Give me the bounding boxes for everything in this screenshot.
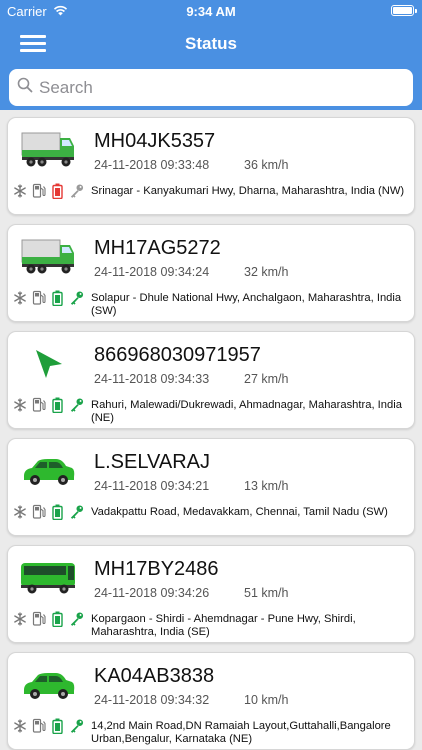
battery-status-icon — [50, 610, 65, 627]
ignition-key-icon — [69, 503, 84, 520]
vehicle-card[interactable]: L.SELVARAJ 24-11-2018 09:34:21 13 km/h V… — [7, 438, 415, 536]
ignition-key-icon — [69, 182, 84, 199]
truck-icon — [16, 235, 80, 279]
vehicle-card[interactable]: KA04AB3838 24-11-2018 09:34:32 10 km/h 1… — [7, 652, 415, 750]
vehicle-speed: 32 km/h — [244, 265, 289, 279]
vehicle-status-icons — [12, 610, 84, 627]
vehicle-address: Kopargaon - Shirdi - Ahemdnagar - Pune H… — [91, 613, 356, 638]
fuel-pump-icon — [31, 503, 46, 520]
fuel-pump-icon — [31, 396, 46, 413]
fuel-pump-icon — [31, 717, 46, 734]
vehicle-speed: 13 km/h — [244, 479, 289, 493]
search-bar[interactable] — [9, 69, 413, 106]
truck-icon — [16, 128, 80, 172]
vehicle-address: Vadakpattu Road, Medavakkam, Chennai, Ta… — [91, 506, 388, 518]
ac-snowflake-icon — [12, 396, 27, 413]
car-icon — [16, 449, 80, 493]
ac-snowflake-icon — [12, 289, 27, 306]
vehicle-status-icons — [12, 182, 84, 199]
vehicle-plate: MH04JK5357 — [94, 130, 216, 152]
ac-snowflake-icon — [12, 717, 27, 734]
vehicle-speed: 36 km/h — [244, 158, 289, 172]
fuel-pump-icon — [31, 610, 46, 627]
vehicle-status-icons — [12, 289, 84, 306]
vehicle-card[interactable]: MH17AG5272 24-11-2018 09:34:24 32 km/h S… — [7, 224, 415, 322]
battery-indicator-icon — [391, 5, 417, 16]
vehicle-datetime: 24-11-2018 09:34:24 — [94, 265, 210, 279]
battery-status-icon — [50, 503, 65, 520]
search-icon — [17, 77, 33, 98]
vehicle-status-icons — [12, 503, 84, 520]
vehicle-address: 14,2nd Main Road,DN Ramaiah Layout,Gutta… — [91, 720, 391, 745]
vehicle-plate: L.SELVARAJ — [94, 451, 210, 473]
battery-status-icon — [50, 182, 65, 199]
vehicle-card[interactable]: MH17BY2486 24-11-2018 09:34:26 51 km/h K… — [7, 545, 415, 643]
fuel-pump-icon — [31, 182, 46, 199]
page-title: Status — [185, 34, 237, 53]
vehicle-address: Srinagar - Kanyakumari Hwy, Dharna, Maha… — [91, 185, 405, 197]
battery-status-icon — [50, 717, 65, 734]
battery-status-icon — [50, 396, 65, 413]
clock: 9:34 AM — [186, 4, 236, 19]
vehicle-card[interactable]: MH04JK5357 24-11-2018 09:33:48 36 km/h S… — [7, 117, 415, 215]
vehicle-address: Solapur - Dhule National Hwy, Anchalgaon… — [91, 292, 402, 317]
vehicle-address: Rahuri, Malewadi/Dukrewadi, Ahmadnagar, … — [91, 399, 402, 424]
ignition-key-icon — [69, 289, 84, 306]
vehicle-plate: KA04AB3838 — [94, 665, 215, 687]
vehicle-datetime: 24-11-2018 09:33:48 — [94, 158, 210, 172]
ac-snowflake-icon — [12, 610, 27, 627]
vehicle-card[interactable]: 866968030971957 24-11-2018 09:34:33 27 k… — [7, 331, 415, 429]
vehicle-speed: 51 km/h — [244, 586, 289, 600]
vehicle-plate: 866968030971957 — [94, 344, 261, 366]
navigation-bar: Status — [0, 22, 422, 66]
bus-icon — [16, 556, 80, 600]
vehicle-plate: MH17BY2486 — [94, 558, 219, 580]
vehicle-datetime: 24-11-2018 09:34:32 — [94, 693, 210, 707]
ac-snowflake-icon — [12, 503, 27, 520]
vehicle-list: MH04JK5357 24-11-2018 09:33:48 36 km/h S… — [0, 110, 422, 750]
vehicle-status-icons — [12, 396, 84, 413]
vehicle-speed: 10 km/h — [244, 693, 289, 707]
vehicle-datetime: 24-11-2018 09:34:33 — [94, 372, 210, 386]
vehicle-datetime: 24-11-2018 09:34:21 — [94, 479, 210, 493]
ac-snowflake-icon — [12, 182, 27, 199]
status-bar: Carrier 9:34 AM — [0, 0, 422, 22]
battery-status-icon — [50, 289, 65, 306]
vehicle-speed: 27 km/h — [244, 372, 289, 386]
search-bar-container — [0, 66, 422, 110]
ignition-key-icon — [69, 610, 84, 627]
ignition-key-icon — [69, 396, 84, 413]
vehicle-plate: MH17AG5272 — [94, 237, 221, 259]
fuel-pump-icon — [31, 289, 46, 306]
vehicle-datetime: 24-11-2018 09:34:26 — [94, 586, 210, 600]
arrow-icon — [16, 342, 80, 386]
ignition-key-icon — [69, 717, 84, 734]
search-input[interactable] — [39, 77, 379, 98]
car-icon — [16, 663, 80, 707]
vehicle-status-icons — [12, 717, 84, 734]
